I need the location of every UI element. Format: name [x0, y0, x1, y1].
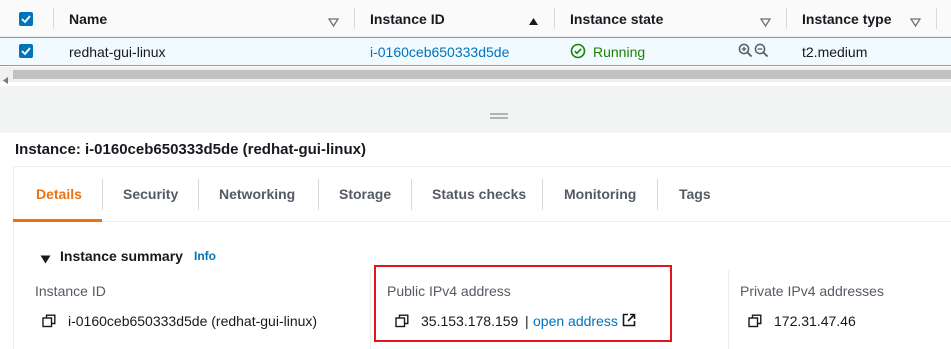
select-all-checkbox[interactable] — [19, 12, 33, 26]
instance-id-link[interactable]: i-0160ceb650333d5de — [370, 44, 509, 60]
tab-monitoring[interactable]: Monitoring — [564, 186, 636, 202]
tab-bar-underline — [13, 221, 951, 222]
caret-down-icon[interactable] — [40, 251, 51, 267]
drag-handle-icon[interactable] — [490, 113, 508, 115]
field-label-instance-id: Instance ID — [35, 283, 106, 299]
column-divider — [370, 270, 371, 349]
active-tab-indicator — [13, 219, 102, 222]
status-running: Running — [593, 44, 646, 60]
column-header-instance-state[interactable]: Instance state — [570, 11, 663, 27]
sort-icon[interactable] — [909, 14, 922, 30]
row-checkbox[interactable] — [19, 44, 33, 58]
column-divider — [728, 270, 729, 349]
instance-summary-heading[interactable]: Instance summary — [60, 248, 183, 264]
tab-status-checks[interactable]: Status checks — [432, 186, 526, 202]
tab-networking[interactable]: Networking — [219, 186, 295, 202]
field-label-private-ipv4: Private IPv4 addresses — [740, 283, 884, 299]
column-divider[interactable] — [53, 8, 54, 29]
column-divider[interactable] — [786, 8, 787, 29]
status-ok-icon — [570, 43, 586, 62]
scroll-left-icon[interactable] — [3, 71, 9, 87]
tab-divider — [411, 179, 412, 210]
copy-icon[interactable] — [42, 314, 56, 331]
column-divider[interactable] — [354, 8, 355, 29]
tab-divider — [318, 179, 319, 210]
sort-icon[interactable] — [327, 14, 340, 30]
tab-details[interactable]: Details — [36, 186, 82, 202]
column-header-name[interactable]: Name — [69, 11, 107, 27]
info-link[interactable]: Info — [194, 249, 216, 263]
instances-table: Name Instance ID Instance state Instance… — [0, 0, 951, 86]
instance-detail-title: Instance: i-0160ceb650333d5de (redhat-gu… — [15, 141, 366, 158]
tab-storage[interactable]: Storage — [339, 186, 391, 202]
cell-name: redhat-gui-linux — [69, 44, 166, 60]
split-pane-divider[interactable] — [0, 86, 951, 133]
tab-tags[interactable]: Tags — [679, 186, 711, 202]
sort-icon[interactable] — [759, 14, 772, 30]
cell-instance-type: t2.medium — [802, 44, 868, 60]
scrollbar-thumb[interactable] — [13, 70, 951, 79]
copy-icon[interactable] — [748, 314, 762, 331]
column-header-instance-id[interactable]: Instance ID — [370, 11, 445, 27]
zoom-out-icon[interactable] — [754, 43, 769, 61]
tab-divider — [657, 179, 658, 210]
tab-divider — [102, 179, 103, 210]
drag-handle-icon[interactable] — [490, 117, 508, 119]
highlight-box — [374, 265, 672, 342]
sort-ascending-icon[interactable] — [528, 13, 539, 29]
zoom-in-icon[interactable] — [738, 43, 753, 61]
field-value-private-ipv4: 172.31.47.46 — [774, 313, 856, 329]
column-divider[interactable] — [936, 8, 937, 29]
tab-security[interactable]: Security — [123, 186, 178, 202]
column-divider[interactable] — [554, 8, 555, 29]
tab-divider — [542, 179, 543, 210]
field-value-instance-id: i-0160ceb650333d5de (redhat-gui-linux) — [68, 313, 318, 329]
column-header-instance-type[interactable]: Instance type — [802, 11, 891, 27]
tab-divider — [198, 179, 199, 210]
